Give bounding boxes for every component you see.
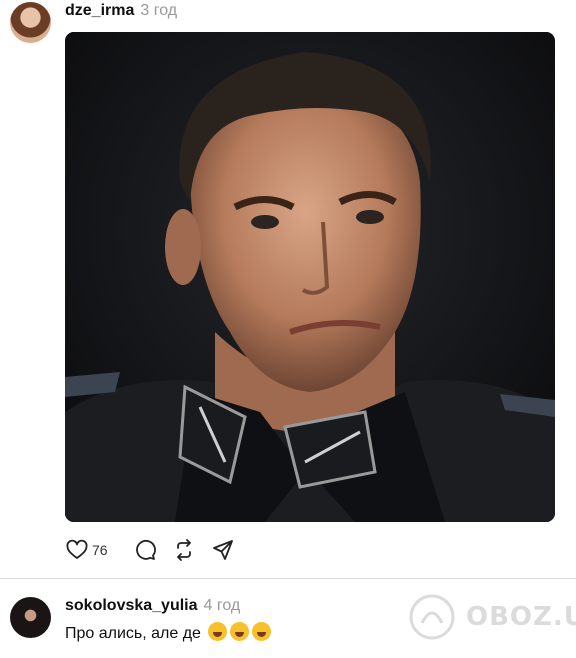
comment-username[interactable]: sokolovska_yulia: [65, 597, 198, 614]
comment-avatar[interactable]: [10, 597, 51, 638]
post-header: dze_irma 3 год: [65, 1, 177, 21]
post-actions: 76: [65, 538, 235, 562]
watermark: OBOZ.UA: [408, 592, 576, 642]
share-icon: [212, 540, 233, 560]
comment-time[interactable]: 4 год: [204, 597, 241, 614]
comment-text-body: Про ались, але де: [65, 625, 201, 642]
like-count: 76: [92, 542, 108, 558]
like-button[interactable]: 76: [65, 538, 108, 562]
post-image[interactable]: [65, 32, 555, 522]
thread-post: dze_irma 3 год 76: [0, 0, 576, 578]
comment-icon: [135, 539, 156, 560]
divider: [0, 578, 576, 579]
share-button[interactable]: [211, 538, 235, 562]
portrait-illustration: [65, 32, 555, 522]
comment-header: sokolovska_yulia 4 год: [65, 596, 240, 616]
rofl-emoji: [252, 622, 272, 641]
rofl-emoji: [208, 622, 228, 641]
repost-icon: [176, 539, 191, 561]
comment-button[interactable]: [133, 538, 157, 562]
post-time[interactable]: 3 год: [140, 2, 177, 19]
watermark-text: OBOZ.UA: [466, 602, 576, 632]
repost-button[interactable]: [172, 538, 196, 562]
avatar[interactable]: [10, 2, 51, 43]
watermark-logo-icon: [409, 594, 455, 640]
post-username[interactable]: dze_irma: [65, 2, 134, 19]
rofl-emoji: [230, 622, 250, 641]
heart-icon: [66, 539, 88, 559]
comment-text: Про ались, але де: [65, 622, 272, 645]
